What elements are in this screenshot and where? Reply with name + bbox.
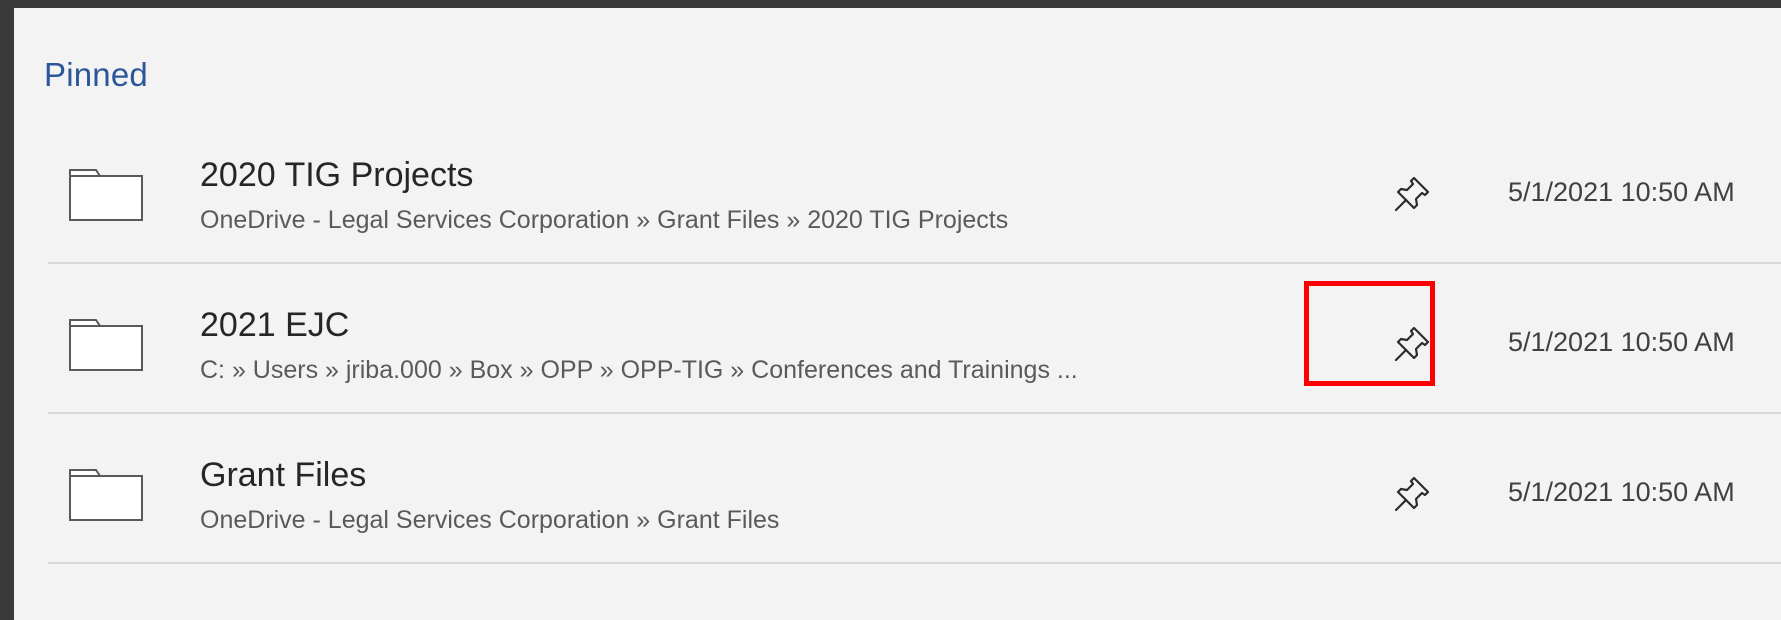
item-date: 5/1/2021 10:50 AM (1508, 177, 1735, 207)
item-name: 2020 TIG Projects (200, 156, 474, 194)
folder-icon (68, 316, 144, 372)
folder-icon (68, 466, 144, 522)
item-path: C: » Users » jriba.000 » Box » OPP » OPP… (200, 356, 1078, 384)
pin-icon (1392, 324, 1432, 364)
pin-icon (1392, 174, 1432, 214)
pinned-item-grant-files[interactable]: Grant Files OneDrive - Legal Services Co… (48, 414, 1781, 564)
pinned-item-2021-ejc[interactable]: 2021 EJC C: » Users » jriba.000 » Box » … (48, 264, 1781, 414)
item-path: OneDrive - Legal Services Corporation » … (200, 506, 780, 534)
item-path: OneDrive - Legal Services Corporation » … (200, 206, 1009, 234)
item-date: 5/1/2021 10:50 AM (1508, 477, 1735, 507)
pin-button[interactable] (1388, 470, 1436, 518)
pinned-item-2020-tig-projects[interactable]: 2020 TIG Projects OneDrive - Legal Servi… (48, 114, 1781, 264)
pinned-list: 2020 TIG Projects OneDrive - Legal Servi… (48, 114, 1781, 564)
pin-button[interactable] (1388, 320, 1436, 368)
item-name: 2021 EJC (200, 306, 350, 344)
item-name: Grant Files (200, 456, 367, 494)
pin-button[interactable] (1388, 170, 1436, 218)
pinned-panel: Pinned 2020 TIG Projects OneDrive - Lega… (14, 8, 1781, 620)
item-date: 5/1/2021 10:50 AM (1508, 327, 1735, 357)
folder-icon (68, 166, 144, 222)
pin-icon (1392, 474, 1432, 514)
section-title-pinned: Pinned (44, 56, 148, 93)
